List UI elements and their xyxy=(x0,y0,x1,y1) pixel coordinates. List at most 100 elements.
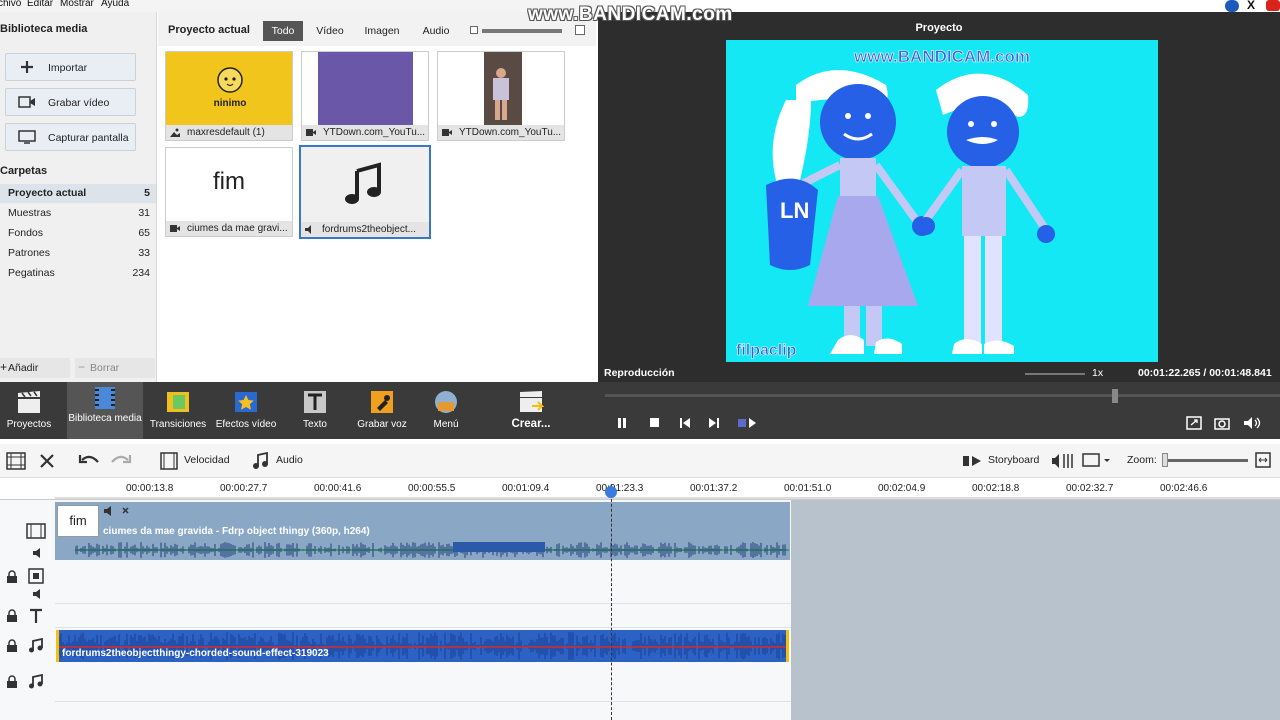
zoom-slider[interactable] xyxy=(1166,459,1248,462)
previous-icon[interactable] xyxy=(677,416,693,430)
track-row[interactable] xyxy=(55,562,791,604)
folder-patrones[interactable]: Patrones 33 xyxy=(0,244,156,263)
thumbnail-caption: YTDown.com_YouTu... xyxy=(302,125,428,140)
media-item[interactable]: fim ciumes da mae gravi... xyxy=(165,147,293,237)
toolbar-crear[interactable]: Crear... xyxy=(505,382,557,439)
fit-timeline-icon[interactable] xyxy=(1255,452,1271,468)
toolbar-grabar-voz[interactable]: Grabar voz xyxy=(352,382,412,439)
audio-clip-title: fordrums2theobjectthingy-chorded-sound-e… xyxy=(62,648,329,659)
youtube-icon[interactable] xyxy=(1266,0,1280,11)
next-icon[interactable] xyxy=(706,416,722,430)
zoom-handle[interactable] xyxy=(1162,453,1168,467)
playhead-line[interactable] xyxy=(611,484,612,720)
child-video-frame xyxy=(484,52,522,126)
thumbnail-image: ninimo xyxy=(166,52,292,126)
lock-icon[interactable] xyxy=(6,570,18,584)
speed-slider[interactable] xyxy=(1025,373,1085,375)
view-options-icon[interactable] xyxy=(1082,452,1112,470)
pause-icon[interactable] xyxy=(614,416,630,430)
toolbar-label: Efectos vídeo xyxy=(215,419,277,430)
audio-clip[interactable]: fordrums2theobjectthingy-chorded-sound-e… xyxy=(56,630,789,662)
preview-video-frame[interactable]: www.BANDICAM.com LN filpaclip xyxy=(726,40,1158,362)
redo-icon[interactable] xyxy=(110,452,132,470)
media-grid-panel: Proyecto actual Todo Vídeo Imagen Audio … xyxy=(158,12,596,382)
media-item[interactable]: ninimo maxresdefault (1) xyxy=(165,51,293,141)
folder-count: 33 xyxy=(138,247,150,259)
capture-screen-button[interactable]: Capturar pantalla xyxy=(5,123,136,151)
playhead-handle[interactable] xyxy=(605,486,617,498)
lock-icon[interactable] xyxy=(6,609,18,623)
ruler-tick-label: 00:00:55.5 xyxy=(408,483,456,494)
folder-name: Muestras xyxy=(8,207,52,219)
snapshot-camera-icon[interactable] xyxy=(1214,416,1230,430)
menu-mostrar[interactable]: Mostrar xyxy=(60,0,94,9)
star-icon xyxy=(235,392,257,412)
preview-panel: Proyecto www.BANDICAM.com LN filpaclip R… xyxy=(598,12,1280,382)
import-button[interactable]: Importar xyxy=(5,53,136,81)
media-item-selected[interactable]: fordrums2theobject... xyxy=(299,145,431,239)
toolbar-menu[interactable]: Menú xyxy=(424,382,468,439)
clip-effects-icon[interactable] xyxy=(103,505,133,517)
record-video-button[interactable]: Grabar vídeo xyxy=(5,88,136,116)
app-window: chivo Editar Mostrar Ayuda Biblioteca me… xyxy=(0,0,1280,720)
play-preview-icon[interactable] xyxy=(738,416,758,430)
stop-icon[interactable] xyxy=(646,416,662,430)
mute-icon[interactable] xyxy=(32,547,46,559)
filter-tab-video[interactable]: Vídeo xyxy=(310,21,350,41)
toolbar-label: Grabar voz xyxy=(357,419,407,430)
folder-proyecto-actual[interactable]: Proyecto actual 5 xyxy=(0,184,156,203)
facebook-icon[interactable] xyxy=(1225,0,1239,12)
audio-button[interactable]: Audio xyxy=(276,454,303,466)
delete-icon[interactable] xyxy=(38,452,56,470)
filter-tab-todo[interactable]: Todo xyxy=(263,21,303,41)
folder-fondos[interactable]: Fondos 65 xyxy=(0,224,156,243)
seek-handle[interactable] xyxy=(1112,389,1118,403)
x-icon[interactable]: X xyxy=(1247,0,1255,12)
toolbar-texto[interactable]: Texto xyxy=(293,382,337,439)
fim-text: fim xyxy=(213,168,245,195)
add-folder-label: Añadir xyxy=(8,362,39,374)
folder-count: 5 xyxy=(144,187,150,199)
volume-icon[interactable] xyxy=(1243,416,1263,430)
add-folder-button[interactable]: + Añadir xyxy=(0,358,70,378)
storyboard-button[interactable]: Storyboard xyxy=(988,454,1039,466)
storyboard-film-icon[interactable] xyxy=(6,452,26,470)
filter-tab-imagen[interactable]: Imagen xyxy=(358,21,406,41)
seek-bar[interactable] xyxy=(605,394,1280,397)
media-item-name: YTDown.com_YouTu... xyxy=(459,127,562,138)
toolbar-proyectos[interactable]: Proyectos xyxy=(0,382,58,439)
media-item[interactable]: YTDown.com_YouTu... xyxy=(437,51,565,141)
toolbar-efectos-video[interactable]: Efectos vídeo xyxy=(213,382,279,439)
menu-ayuda[interactable]: Ayuda xyxy=(101,0,129,9)
purple-video-frame xyxy=(318,52,413,126)
media-item-name: ciumes da mae gravi... xyxy=(187,223,288,234)
folder-muestras[interactable]: Muestras 31 xyxy=(0,204,156,223)
track-row[interactable] xyxy=(55,666,791,702)
toolbar-transiciones[interactable]: Transiciones xyxy=(148,382,208,439)
timeline-ruler[interactable]: 00:00:13.8 00:00:27.7 00:00:41.6 00:00:5… xyxy=(0,478,1280,500)
lock-icon[interactable] xyxy=(6,675,18,689)
small-view-toggle[interactable] xyxy=(470,26,478,34)
track-row[interactable] xyxy=(55,604,791,628)
speed-button[interactable]: Velocidad xyxy=(184,454,230,466)
thumbnail-image xyxy=(302,52,428,126)
mute-icon[interactable] xyxy=(32,588,46,600)
large-view-toggle[interactable] xyxy=(575,25,585,35)
lock-icon[interactable] xyxy=(6,639,18,653)
thumbnail-size-slider[interactable] xyxy=(482,29,562,33)
video-clip[interactable]: fim ciumes da mae gravida - Fdrp object … xyxy=(55,502,790,560)
folder-pegatinas[interactable]: Pegatinas 234 xyxy=(0,264,156,283)
filter-tab-audio[interactable]: Audio xyxy=(416,21,456,41)
menu-archivo[interactable]: chivo xyxy=(0,0,21,9)
text-icon xyxy=(304,391,326,413)
menu-editar[interactable]: Editar xyxy=(27,0,53,9)
undo-icon[interactable] xyxy=(78,452,100,470)
monitor-icon xyxy=(18,130,36,144)
toolbar-biblioteca-media[interactable]: Biblioteca media xyxy=(67,382,143,439)
import-label: Importar xyxy=(48,62,88,74)
audio-mixer-icon[interactable] xyxy=(1051,452,1075,470)
playback-speed[interactable]: 1x xyxy=(1092,367,1103,379)
fullscreen-icon[interactable] xyxy=(1186,416,1202,430)
media-item[interactable]: YTDown.com_YouTu... xyxy=(301,51,429,141)
delete-folder-button[interactable]: − Borrar xyxy=(75,358,155,378)
